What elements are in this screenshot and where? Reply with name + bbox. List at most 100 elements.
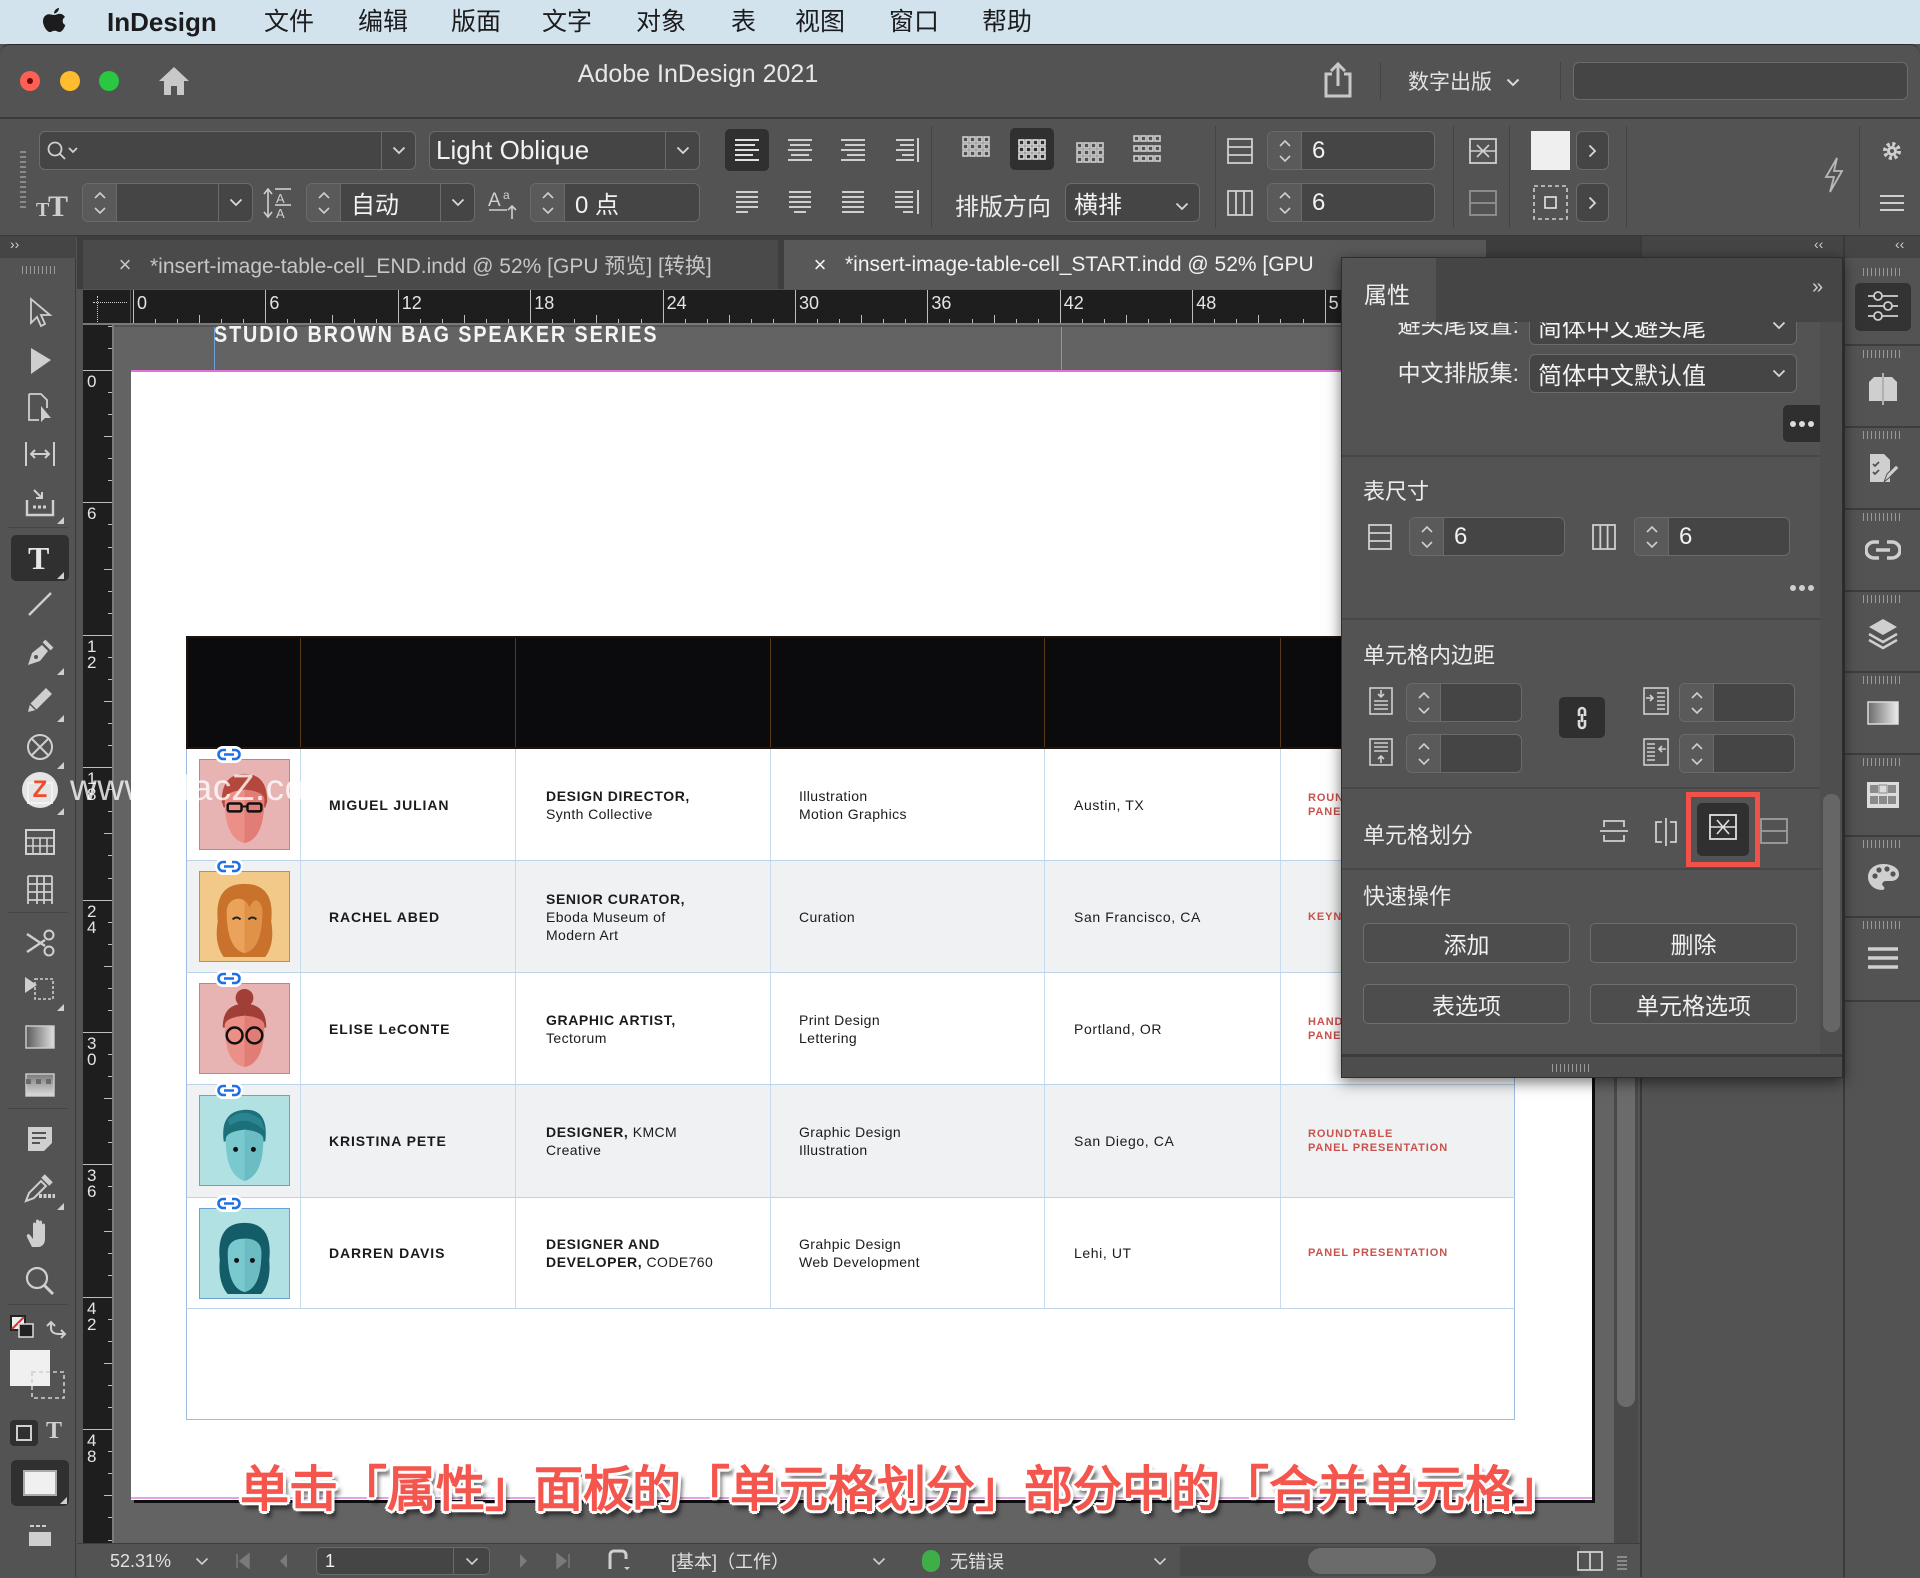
chevron-down-icon[interactable] xyxy=(218,184,252,221)
stepper-icon[interactable] xyxy=(1680,684,1714,721)
preflight-profile[interactable]: [基本]（工作） xyxy=(671,1544,789,1578)
stepper-icon[interactable] xyxy=(1268,132,1302,169)
chevron-down-icon[interactable] xyxy=(453,1548,489,1574)
formatting-container-button[interactable] xyxy=(10,1420,38,1446)
table-row[interactable]: ELISE LeCONTE GRAPHIC ARTIST, Tectorum P… xyxy=(186,970,1515,1085)
collapse-dock-icon[interactable]: ‹‹ xyxy=(1814,236,1823,252)
skills-cell[interactable]: Illustration Motion Graphics xyxy=(771,749,1045,860)
share-icon[interactable] xyxy=(1321,61,1355,104)
stepper-icon[interactable] xyxy=(1268,184,1302,221)
scissors-tool-icon[interactable] xyxy=(20,923,60,963)
right-inset-field[interactable] xyxy=(1679,734,1795,773)
eyedropper-tool-icon[interactable] xyxy=(20,1168,64,1210)
align-right-button[interactable] xyxy=(831,129,875,171)
preflight-icon[interactable] xyxy=(606,1544,632,1578)
view-mode-button[interactable] xyxy=(11,1460,69,1506)
location-cell[interactable]: San Diego, CA xyxy=(1045,1085,1281,1197)
first-page-icon[interactable] xyxy=(235,1544,251,1578)
font-family-dropdown[interactable] xyxy=(39,131,416,170)
chevron-down-icon[interactable] xyxy=(1153,1544,1167,1578)
pencil-tool-icon[interactable] xyxy=(20,680,64,722)
chevron-down-icon[interactable] xyxy=(872,1544,886,1578)
location-cell[interactable]: San Francisco, CA xyxy=(1045,861,1281,972)
zoom-tool-icon[interactable] xyxy=(20,1261,60,1301)
pages-panel-icon[interactable] xyxy=(1865,371,1901,407)
direction-dropdown[interactable]: 横排 xyxy=(1065,183,1200,222)
zoom-level[interactable]: 52.31% xyxy=(110,1544,171,1578)
home-icon[interactable] xyxy=(157,64,191,103)
zoom-dropdown-icon[interactable] xyxy=(195,1544,209,1578)
hand-tool-icon[interactable] xyxy=(20,1213,60,1253)
table-options-button[interactable]: 表选项 xyxy=(1363,984,1570,1024)
table-columns-field[interactable]: 6 xyxy=(1267,183,1435,222)
menu-view[interactable]: 视图 xyxy=(795,0,845,44)
name-cell[interactable]: RACHEL ABED xyxy=(301,861,516,972)
justify-center-button[interactable] xyxy=(778,181,822,223)
leading-field[interactable]: 自动 xyxy=(306,183,475,222)
merge-cells-icon[interactable] xyxy=(1468,136,1498,171)
split-cell-vertically-icon[interactable] xyxy=(1651,817,1681,847)
menu-table[interactable]: 表 xyxy=(731,0,756,44)
link-badge-icon[interactable] xyxy=(215,1195,243,1212)
menu-file[interactable]: 文件 xyxy=(264,0,314,44)
fill-swatch[interactable] xyxy=(1531,131,1570,170)
table-grid-tool-icon[interactable] xyxy=(20,822,60,862)
stepper-icon[interactable] xyxy=(83,184,117,221)
frame-fitting-menu-button[interactable] xyxy=(1576,183,1609,222)
menu-layout[interactable]: 版面 xyxy=(451,0,501,44)
formatting-text-button[interactable]: T xyxy=(46,1418,62,1445)
color-panel-icon[interactable] xyxy=(1865,859,1901,895)
skills-cell[interactable]: Grahpic Design Web Development xyxy=(771,1198,1045,1308)
pen-tool-icon[interactable] xyxy=(20,633,64,675)
name-cell[interactable]: ELISE LeCONTE xyxy=(301,973,516,1084)
fill-swatch-menu-button[interactable] xyxy=(1576,131,1609,170)
add-button[interactable]: 添加 xyxy=(1363,923,1570,963)
baseline-shift-field[interactable]: 0 点 xyxy=(530,183,700,222)
location-cell[interactable]: Lehi, UT xyxy=(1045,1198,1281,1308)
gradient-feather-tool-icon[interactable] xyxy=(20,1065,60,1105)
grid-align-center-button[interactable] xyxy=(1010,128,1054,170)
align-center-button[interactable] xyxy=(778,129,822,171)
note-tool-icon[interactable] xyxy=(20,1119,60,1159)
title-cell[interactable]: SENIOR CURATOR, Eboda Museum of Modern A… xyxy=(516,861,771,972)
collapse-panel-icon[interactable]: » xyxy=(1812,276,1823,299)
panel-grip[interactable] xyxy=(1863,350,1903,358)
panel-scrollbar-thumb[interactable] xyxy=(1823,794,1840,1032)
link-badge-icon[interactable] xyxy=(215,746,243,763)
toolbox-grip[interactable] xyxy=(22,266,58,274)
previous-page-icon[interactable] xyxy=(278,1544,288,1578)
merged-table-row[interactable] xyxy=(186,1309,1515,1420)
free-transform-tool-icon[interactable] xyxy=(20,969,64,1011)
bottom-inset-field[interactable] xyxy=(1406,734,1522,773)
avatar-cell[interactable] xyxy=(187,858,301,972)
type-tool-icon[interactable]: T xyxy=(20,537,64,579)
name-cell[interactable]: KRISTINA PETE xyxy=(301,1085,516,1197)
gradient-swatch-tool-icon[interactable] xyxy=(20,1017,60,1057)
workspace-switcher[interactable]: 数字出版 xyxy=(1408,66,1520,96)
stepper-icon[interactable] xyxy=(307,184,341,221)
close-window-button[interactable] xyxy=(20,71,40,91)
link-badge-icon[interactable] xyxy=(215,1082,243,1099)
table-rows-field[interactable]: 6 xyxy=(1267,131,1435,170)
chevron-down-icon[interactable] xyxy=(665,132,699,169)
skills-cell[interactable]: Graphic Design Illustration xyxy=(771,1085,1045,1197)
font-style-dropdown[interactable]: Light Oblique xyxy=(429,131,700,170)
review-panel-icon[interactable] xyxy=(1865,451,1901,487)
speaker-photo-rachel[interactable] xyxy=(199,871,290,962)
stepper-icon[interactable] xyxy=(1407,735,1441,772)
table-row[interactable]: KRISTINA PETE DESIGNER, KMCM Creative Gr… xyxy=(186,1082,1515,1198)
stepper-icon[interactable] xyxy=(1635,518,1669,555)
tab-properties[interactable]: 属性 xyxy=(1342,258,1436,322)
panel-grip[interactable] xyxy=(1863,676,1903,684)
panel-grip[interactable] xyxy=(1863,840,1903,848)
menu-help[interactable]: 帮助 xyxy=(982,0,1032,44)
align-left-button[interactable] xyxy=(725,129,769,171)
title-cell[interactable]: GRAPHIC ARTIST, Tectorum xyxy=(516,973,771,1084)
grid-align-top-button[interactable] xyxy=(954,128,998,170)
preflight-status[interactable]: 无错误 xyxy=(950,1544,1004,1578)
link-badge-icon[interactable] xyxy=(215,858,243,875)
quick-apply-icon[interactable] xyxy=(1820,156,1846,199)
justify-all-button[interactable] xyxy=(831,181,875,223)
speaker-photo-elise[interactable] xyxy=(199,983,290,1074)
chevron-down-icon[interactable] xyxy=(440,184,474,221)
